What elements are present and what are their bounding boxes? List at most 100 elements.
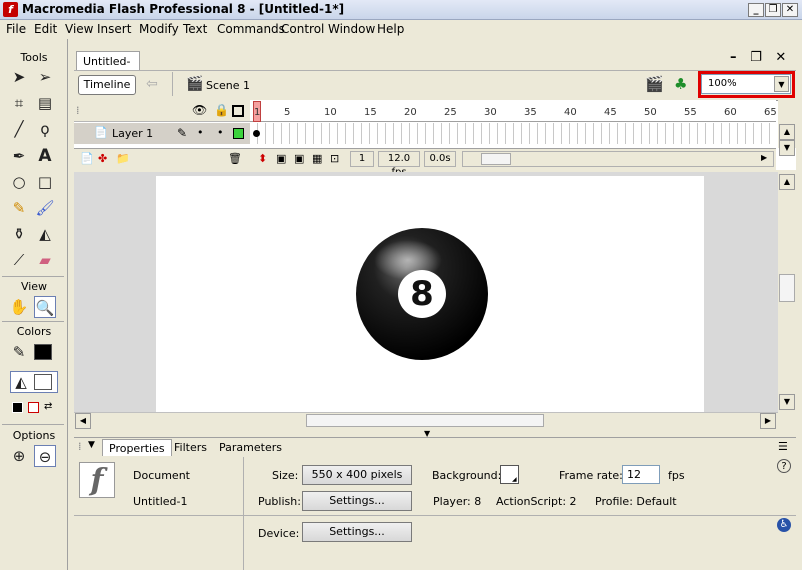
no-color-icon[interactable] bbox=[28, 402, 39, 413]
frame-rate-input[interactable]: 12 bbox=[622, 465, 660, 484]
close-button[interactable]: ✕ bbox=[782, 3, 798, 17]
hand-icon[interactable]: ✋ bbox=[8, 296, 30, 318]
timeline-scroll-right-icon[interactable]: ▶ bbox=[761, 153, 767, 162]
properties-grip-icon[interactable]: ⁞ bbox=[78, 440, 82, 453]
delete-layer-icon[interactable]: 🗑 bbox=[228, 152, 242, 165]
window-title: Macromedia Flash Professional 8 - [Untit… bbox=[22, 2, 345, 16]
layer-row[interactable]: 📄 Layer 1 ✎ • • bbox=[74, 123, 250, 144]
oval-icon[interactable]: ○ bbox=[8, 171, 30, 193]
menu-control[interactable]: Control bbox=[281, 22, 324, 36]
menu-file[interactable]: File bbox=[6, 22, 26, 36]
stage[interactable]: 8 bbox=[156, 176, 704, 412]
tab-properties[interactable]: Properties bbox=[102, 439, 172, 456]
timeline-header: ⁞ 👁 🔒 bbox=[74, 100, 250, 122]
center-frame-icon[interactable]: ⬍ bbox=[258, 152, 267, 165]
zoom-icon[interactable]: 🔍 bbox=[34, 296, 56, 318]
doc-restore-icon[interactable]: ❐ bbox=[750, 50, 762, 65]
publish-settings-button[interactable]: Settings... bbox=[302, 491, 412, 511]
flash-f-icon: f bbox=[3, 2, 18, 17]
menu-window[interactable]: Window bbox=[328, 22, 375, 36]
stage-horizontal-scrollbar[interactable]: ◀ ▶ bbox=[74, 412, 778, 429]
device-settings-button[interactable]: Settings... bbox=[302, 522, 412, 542]
timeline-grip-icon[interactable]: ⁞ bbox=[76, 104, 80, 117]
document-tab[interactable]: Untitled-1* bbox=[76, 51, 140, 81]
zoom-in-icon[interactable]: ⊕ bbox=[8, 445, 30, 467]
paint-bucket-icon[interactable]: ◭ bbox=[34, 223, 56, 245]
keyframe-dot[interactable] bbox=[253, 130, 260, 137]
menu-view[interactable]: View bbox=[65, 22, 93, 36]
doc-minimize-icon[interactable]: – bbox=[730, 50, 737, 65]
black-white-icon[interactable] bbox=[12, 402, 23, 413]
zoom-out-icon[interactable]: ⊖ bbox=[34, 445, 56, 467]
layer-lock-dot[interactable]: • bbox=[217, 126, 224, 139]
fill-color-swatch[interactable] bbox=[34, 374, 52, 390]
menu-insert[interactable]: Insert bbox=[97, 22, 131, 36]
menu-help[interactable]: Help bbox=[377, 22, 404, 36]
insert-layer-icon[interactable]: 📄 bbox=[80, 152, 94, 165]
layer-visible-dot[interactable]: • bbox=[197, 126, 204, 139]
stage-vertical-scrollbar[interactable]: ▲ ▼ bbox=[778, 172, 796, 412]
timeline-vertical-scrollbar[interactable]: ▲ ▼ bbox=[778, 100, 796, 156]
onion-skin-icon[interactable]: ▣ bbox=[276, 152, 286, 165]
stage-scroll-up-icon[interactable]: ▲ bbox=[779, 174, 795, 190]
accessibility-icon[interactable]: ♿ bbox=[777, 518, 791, 532]
menu-commands[interactable]: Commands bbox=[217, 22, 285, 36]
menu-text[interactable]: Text bbox=[183, 22, 207, 36]
swap-colors-icon[interactable]: ⇄ bbox=[44, 401, 57, 414]
ink-bottle-icon[interactable]: ⚱ bbox=[8, 223, 30, 245]
text-tool-icon[interactable]: A bbox=[34, 145, 56, 167]
document-size-button[interactable]: 550 x 400 pixels bbox=[302, 465, 412, 485]
lock-icon[interactable]: 🔒 bbox=[214, 103, 229, 117]
options-label: Options bbox=[12, 429, 56, 442]
eraser-icon[interactable]: ▰ bbox=[34, 249, 56, 271]
rectangle-icon[interactable]: □ bbox=[34, 171, 56, 193]
selection-arrow-icon[interactable]: ➤ bbox=[8, 66, 30, 88]
timeline-toggle-button[interactable]: Timeline bbox=[78, 75, 136, 95]
add-motion-guide-icon[interactable]: ✤ bbox=[98, 152, 107, 165]
doc-close-icon[interactable]: ✕ bbox=[775, 50, 786, 65]
tab-parameters[interactable]: Parameters bbox=[213, 439, 288, 456]
timeline-horizontal-scrollbar[interactable]: ▶ bbox=[462, 151, 774, 167]
menu-modify[interactable]: Modify bbox=[139, 22, 179, 36]
insert-folder-icon[interactable]: 📁 bbox=[116, 152, 130, 165]
frame-ruler[interactable]: 1 5 10 15 20 25 30 35 40 45 50 55 60 65 bbox=[250, 100, 777, 122]
properties-options-icon[interactable]: ☰ bbox=[778, 440, 788, 453]
timeline-scroll-thumb[interactable] bbox=[481, 153, 511, 165]
restore-button[interactable]: ❐ bbox=[765, 3, 781, 17]
frame-rate-readout[interactable]: 12.0 fps bbox=[378, 151, 420, 178]
stroke-color-swatch[interactable] bbox=[34, 344, 52, 360]
outline-icon[interactable] bbox=[232, 105, 244, 117]
onion-skin-outlines-icon[interactable]: ▣ bbox=[294, 152, 304, 165]
subselection-arrow-icon[interactable]: ➢ bbox=[34, 66, 56, 88]
edit-symbols-icon[interactable]: ♣ bbox=[674, 75, 687, 93]
edit-scene-icon[interactable]: 🎬 bbox=[645, 75, 664, 93]
timeline-scroll-up-icon[interactable]: ▲ bbox=[779, 124, 795, 140]
free-transform-icon[interactable]: ⌗ bbox=[8, 92, 30, 114]
properties-collapse-icon[interactable]: ▼ bbox=[88, 440, 95, 450]
back-arrow-icon[interactable]: ⇦ bbox=[146, 76, 158, 92]
minimize-button[interactable]: _ bbox=[748, 3, 764, 17]
stage-scroll-down-icon[interactable]: ▼ bbox=[779, 394, 795, 410]
brush-icon[interactable]: 🖌 bbox=[34, 197, 56, 219]
background-color-swatch[interactable]: ◢ bbox=[500, 465, 519, 484]
layer-name[interactable]: Layer 1 bbox=[112, 127, 153, 140]
line-tool-icon[interactable]: ╱ bbox=[8, 118, 30, 140]
modify-onion-markers-icon[interactable]: ⊡ bbox=[330, 152, 339, 165]
lasso-icon[interactable]: ϙ bbox=[34, 118, 56, 140]
menu-edit[interactable]: Edit bbox=[34, 22, 57, 36]
layer-outline-color[interactable] bbox=[233, 128, 244, 139]
pencil-icon[interactable]: ✎ bbox=[8, 197, 30, 219]
eyedropper-icon[interactable]: ⟋ bbox=[8, 249, 30, 271]
stage-vscroll-thumb[interactable] bbox=[779, 274, 795, 302]
frame-cells[interactable] bbox=[250, 123, 776, 144]
gradient-transform-icon[interactable]: ▤ bbox=[34, 92, 56, 114]
show-hide-eye-icon[interactable]: 👁 bbox=[192, 103, 207, 117]
stage-hscroll-thumb[interactable] bbox=[306, 414, 544, 427]
edit-multiple-frames-icon[interactable]: ▦ bbox=[312, 152, 322, 165]
tab-filters[interactable]: Filters bbox=[168, 439, 213, 456]
pen-icon[interactable]: ✒ bbox=[8, 145, 30, 167]
timeline-scroll-down-icon[interactable]: ▼ bbox=[779, 140, 795, 156]
stage-scroll-right-icon[interactable]: ▶ bbox=[760, 413, 776, 429]
help-icon[interactable]: ? bbox=[777, 459, 791, 473]
stage-scroll-left-icon[interactable]: ◀ bbox=[75, 413, 91, 429]
